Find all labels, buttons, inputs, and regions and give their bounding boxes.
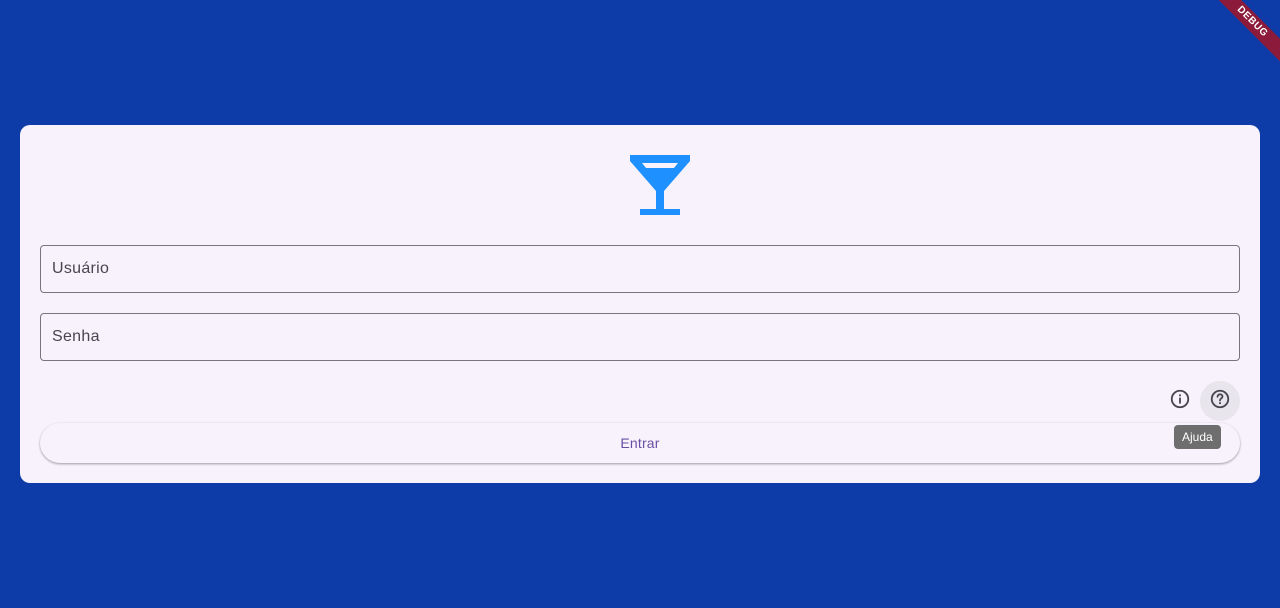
cocktail-glass-icon bbox=[630, 155, 690, 215]
username-placeholder: Usuário bbox=[52, 260, 110, 277]
login-button-label: Entrar bbox=[620, 435, 660, 451]
username-field[interactable]: Usuário bbox=[40, 245, 1240, 293]
help-icon bbox=[1209, 388, 1231, 415]
debug-banner: DEBUG bbox=[1200, 0, 1280, 80]
help-tooltip: Ajuda bbox=[1174, 425, 1221, 449]
login-card: Usuário Senha Entrar Ajuda bbox=[20, 125, 1260, 483]
info-button[interactable] bbox=[1160, 381, 1200, 421]
info-icon bbox=[1169, 388, 1191, 415]
password-field[interactable]: Senha bbox=[40, 313, 1240, 361]
debug-banner-label: DEBUG bbox=[1203, 0, 1280, 71]
help-button[interactable] bbox=[1200, 381, 1240, 421]
password-placeholder: Senha bbox=[52, 328, 100, 345]
login-button[interactable]: Entrar bbox=[40, 423, 1240, 463]
